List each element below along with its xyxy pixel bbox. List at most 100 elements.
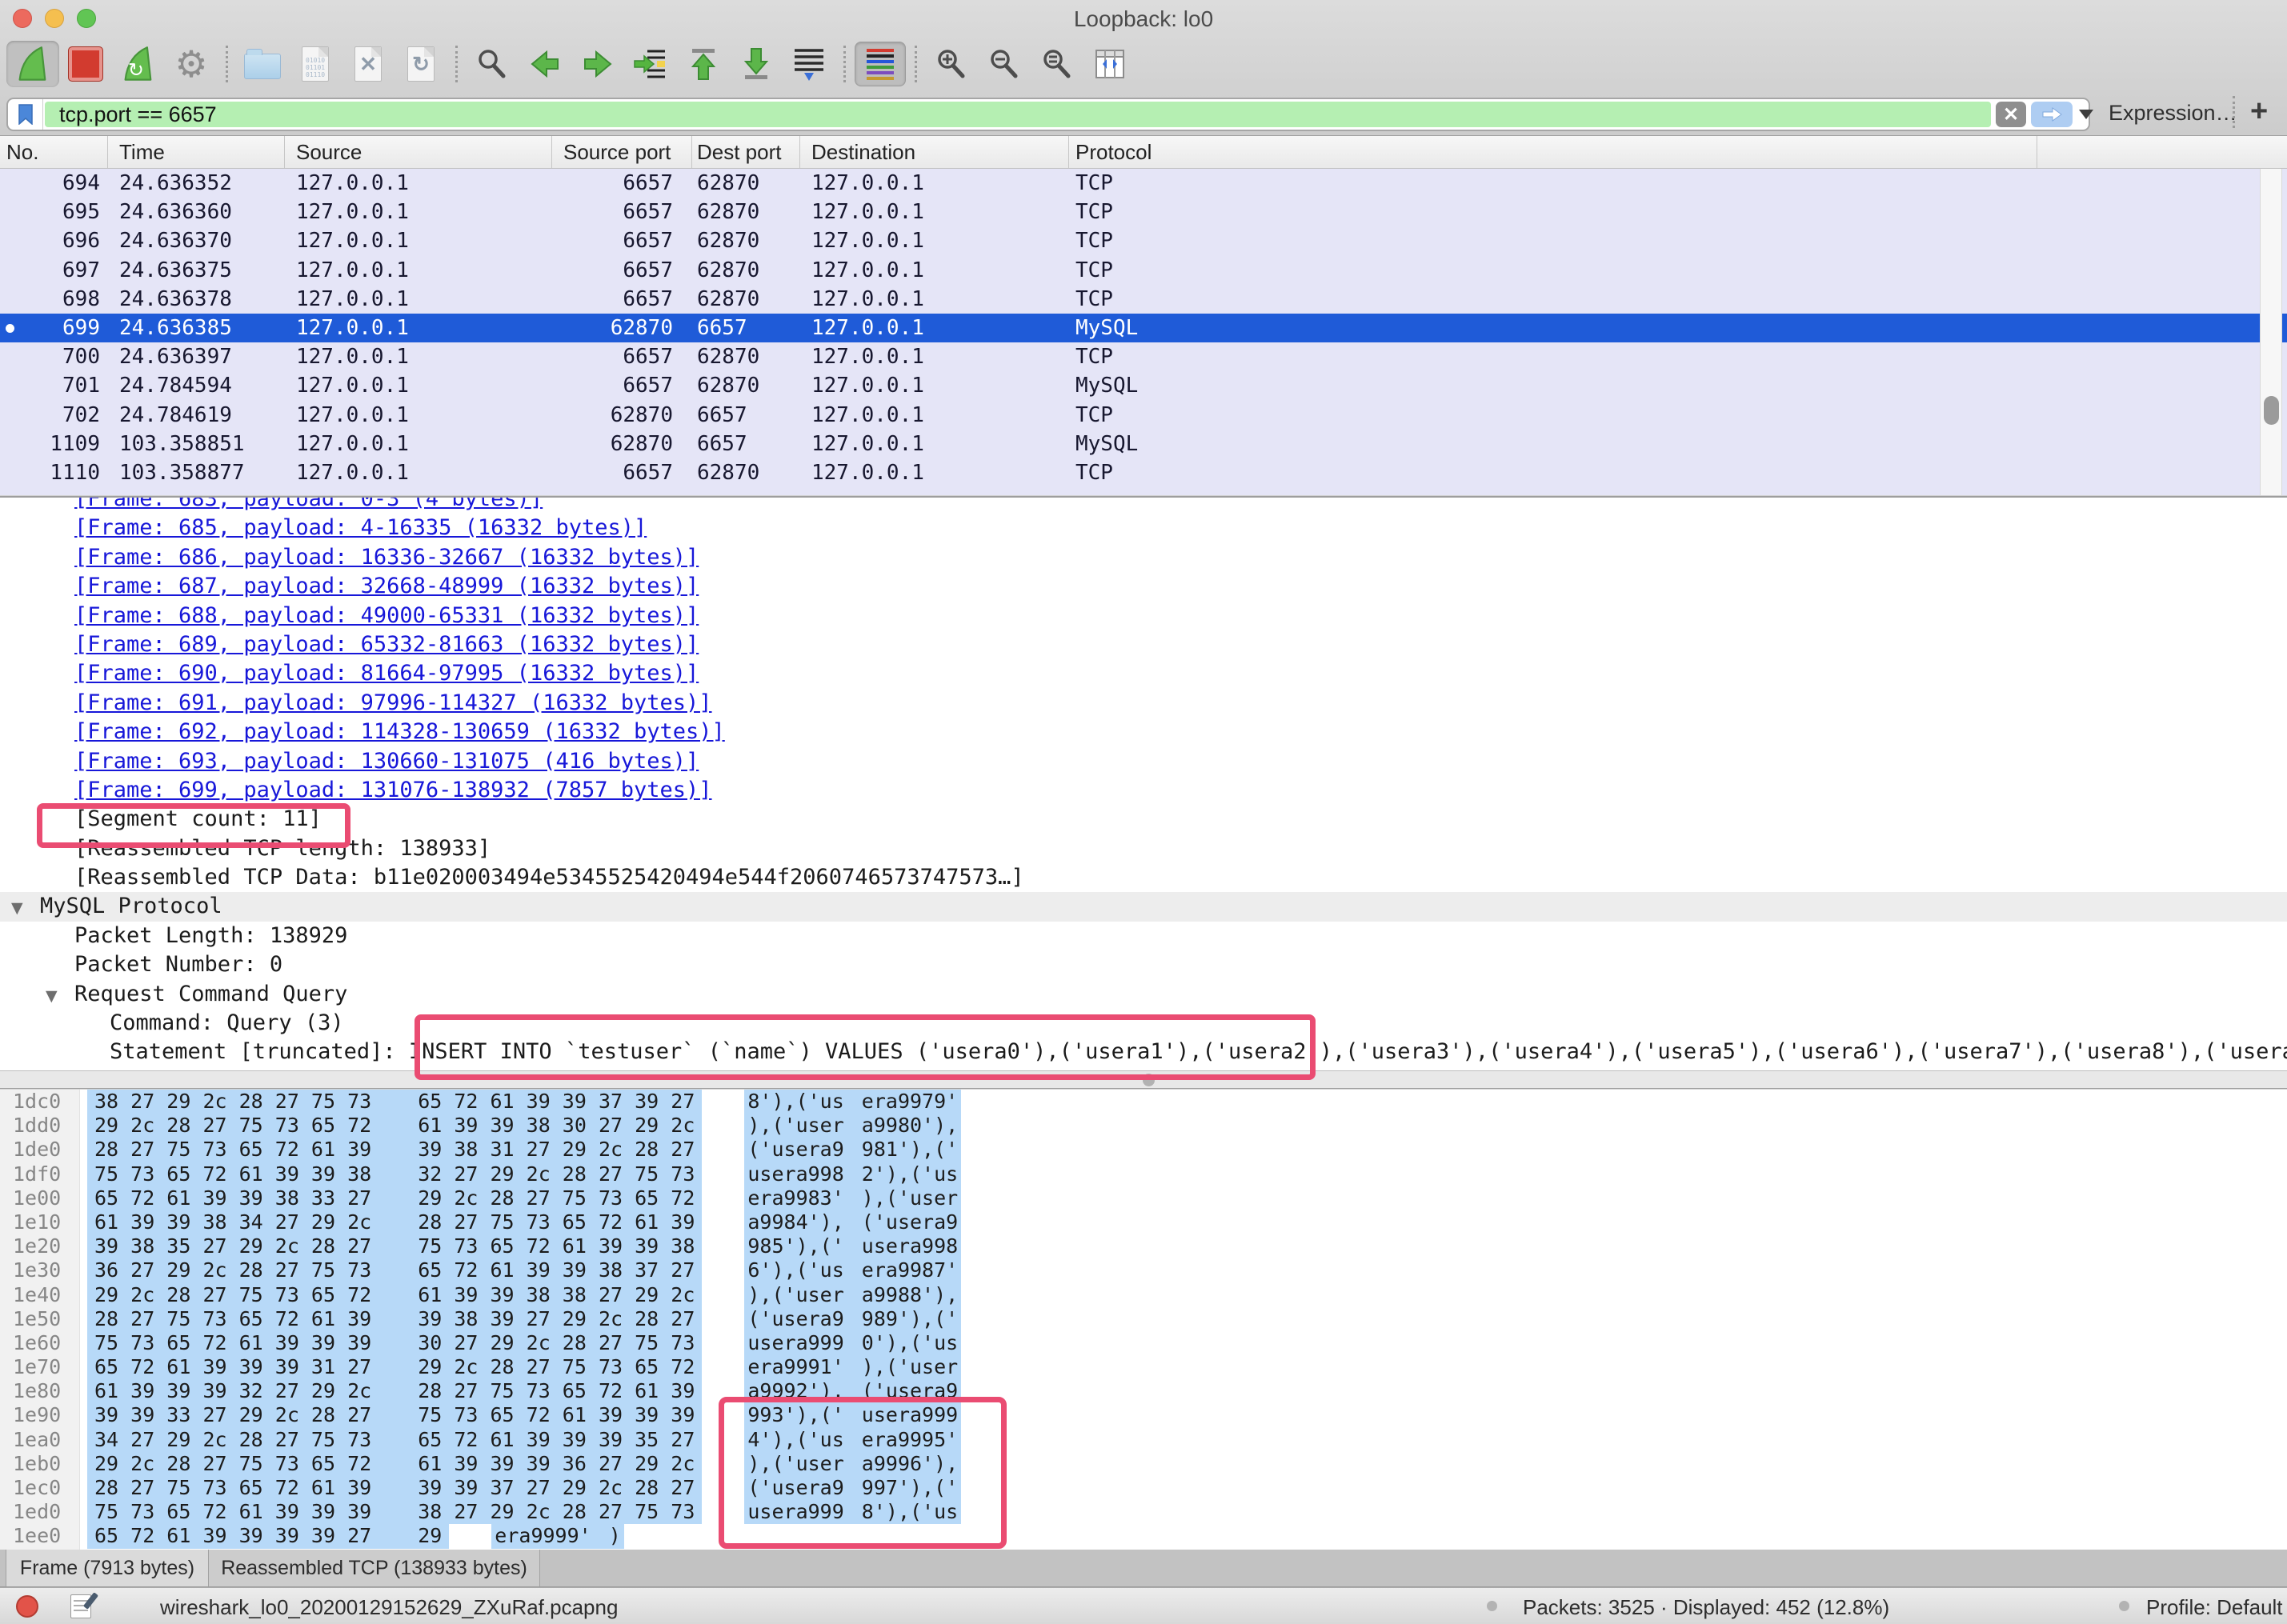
zoom-out-button[interactable] — [978, 41, 1031, 87]
find-packet-button[interactable] — [466, 41, 519, 87]
stop-capture-button[interactable] — [59, 41, 112, 87]
detail-row[interactable]: [Frame: 686, payload: 16336-32667 (16332… — [0, 543, 2287, 572]
hex-row[interactable]: 1e2039 38 35 27 29 2c 28 2775 73 65 72 6… — [0, 1234, 2287, 1258]
hex-row[interactable]: 1e6075 73 65 72 61 39 39 3930 27 29 2c 2… — [0, 1331, 2287, 1355]
packet-row[interactable]: 702 24.784619 127.0.0.1 62870 6657 127.0… — [0, 401, 2287, 430]
hex-ascii[interactable]: ('usera9989'),(' — [744, 1307, 961, 1331]
column-header-source[interactable]: Source — [285, 136, 552, 168]
resize-columns-button[interactable] — [1083, 41, 1136, 87]
detail-row[interactable]: [Frame: 688, payload: 49000-65331 (16332… — [0, 602, 2287, 630]
hex-bytes[interactable]: 29 2c 28 27 75 73 65 7261 39 39 39 36 27… — [87, 1452, 702, 1476]
detail-row[interactable]: [Frame: 691, payload: 97996-114327 (1633… — [0, 689, 2287, 718]
hex-row[interactable]: 1e7065 72 61 39 39 39 31 2729 2c 28 27 7… — [0, 1355, 2287, 1379]
packet-row[interactable]: 694 24.636352 127.0.0.1 6657 62870 127.0… — [0, 169, 2287, 198]
detail-row[interactable]: Statement [truncated]: INSERT INTO `test… — [0, 1038, 2287, 1066]
hex-ascii[interactable]: 6'),('usera9987' — [744, 1258, 961, 1282]
detail-row[interactable]: [Segment count: 11] — [0, 805, 2287, 834]
go-forward-button[interactable] — [571, 41, 624, 87]
hex-bytes[interactable]: 36 27 29 2c 28 27 75 7365 72 61 39 39 38… — [87, 1258, 702, 1282]
packet-row[interactable]: 697 24.636375 127.0.0.1 6657 62870 127.0… — [0, 256, 2287, 285]
hex-bytes[interactable]: 65 72 61 39 39 38 33 2729 2c 28 27 75 73… — [87, 1186, 702, 1210]
start-capture-button[interactable] — [6, 41, 59, 87]
expand-caret-icon[interactable]: ▼ — [11, 894, 40, 922]
go-to-top-button[interactable] — [677, 41, 730, 87]
tab-reassembled-tcp[interactable]: Reassembled TCP (138933 bytes) — [209, 1550, 540, 1586]
column-header-no[interactable]: No. — [0, 136, 108, 168]
detail-row[interactable]: Packet Length: 138929 — [0, 922, 2287, 950]
capture-options-button[interactable]: ⚙ — [165, 41, 218, 87]
packet-row[interactable]: 1109 103.358851 127.0.0.1 62870 6657 127… — [0, 430, 2287, 458]
hex-row[interactable]: 1ed075 73 65 72 61 39 39 3938 27 29 2c 2… — [0, 1500, 2287, 1524]
packet-list-scrollbar[interactable] — [2260, 169, 2282, 495]
go-to-bottom-button[interactable] — [730, 41, 783, 87]
filter-value[interactable]: tcp.port == 6657 — [45, 102, 1991, 127]
hex-bytes[interactable]: 34 27 29 2c 28 27 75 7365 72 61 39 39 39… — [87, 1428, 702, 1452]
hex-ascii[interactable]: usera9982'),('us — [744, 1162, 961, 1186]
hex-ascii[interactable]: ),('usera9980'), — [744, 1114, 961, 1138]
column-header-destination[interactable]: Destination — [800, 136, 1069, 168]
packet-row[interactable]: 698 24.636378 127.0.0.1 6657 62870 127.0… — [0, 285, 2287, 314]
hex-ascii[interactable]: ),('usera9988'), — [744, 1283, 961, 1307]
hex-bytes[interactable]: 38 27 29 2c 28 27 75 7365 72 61 39 39 37… — [87, 1090, 702, 1114]
hex-row[interactable]: 1df075 73 65 72 61 39 39 3832 27 29 2c 2… — [0, 1162, 2287, 1186]
expert-info-icon[interactable] — [16, 1595, 38, 1618]
colorize-packets-button[interactable] — [854, 41, 907, 87]
auto-scroll-button[interactable] — [783, 41, 835, 87]
column-header-dest-port[interactable]: Dest port — [692, 136, 800, 168]
detail-row[interactable]: [Frame: 699, payload: 131076-138932 (785… — [0, 776, 2287, 805]
detail-row[interactable]: ▼MySQL Protocol — [0, 892, 2287, 921]
hex-ascii[interactable]: usera9990'),('us — [744, 1331, 961, 1355]
packet-row[interactable]: 696 24.636370 127.0.0.1 6657 62870 127.0… — [0, 226, 2287, 255]
packet-row[interactable]: 699 24.636385 127.0.0.1 62870 6657 127.0… — [0, 314, 2287, 342]
save-file-button[interactable]: 010100110101110 — [289, 41, 342, 87]
display-filter-input[interactable]: tcp.port == 6657 ✕ — [6, 98, 2090, 131]
hex-row[interactable]: 1ee065 72 61 39 39 39 39 2729era9999') — [0, 1524, 2287, 1548]
hex-row[interactable]: 1dc038 27 29 2c 28 27 75 7365 72 61 39 3… — [0, 1090, 2287, 1114]
open-file-button[interactable] — [236, 41, 289, 87]
packet-row[interactable]: 701 24.784594 127.0.0.1 6657 62870 127.0… — [0, 371, 2287, 400]
hex-ascii[interactable]: 985'),('usera998 — [744, 1234, 961, 1258]
hex-row[interactable]: 1ea034 27 29 2c 28 27 75 7365 72 61 39 3… — [0, 1428, 2287, 1452]
hex-bytes[interactable]: 61 39 39 38 34 27 29 2c28 27 75 73 65 72… — [87, 1210, 702, 1234]
hex-bytes[interactable]: 75 73 65 72 61 39 39 3930 27 29 2c 28 27… — [87, 1331, 702, 1355]
tab-frame[interactable]: Frame (7913 bytes) — [6, 1550, 209, 1586]
hex-ascii[interactable]: 4'),('usera9995' — [744, 1428, 961, 1452]
hex-bytes[interactable]: 65 72 61 39 39 39 31 2729 2c 28 27 75 73… — [87, 1355, 702, 1379]
hex-ascii[interactable]: era9999') — [491, 1524, 623, 1548]
filter-history-dropdown[interactable] — [2079, 110, 2093, 119]
hex-bytes[interactable]: 75 73 65 72 61 39 39 3832 27 29 2c 28 27… — [87, 1162, 702, 1186]
hex-bytes[interactable]: 75 73 65 72 61 39 39 3938 27 29 2c 28 27… — [87, 1500, 702, 1524]
detail-row[interactable]: Packet Number: 0 — [0, 950, 2287, 979]
filter-clear-button[interactable]: ✕ — [1996, 102, 2026, 127]
splitter-thumb-icon[interactable] — [1143, 1074, 1155, 1086]
go-back-button[interactable] — [519, 41, 571, 87]
hex-row[interactable]: 1e0065 72 61 39 39 38 33 2729 2c 28 27 7… — [0, 1186, 2287, 1210]
detail-row[interactable]: [Frame: 687, payload: 32668-48999 (16332… — [0, 572, 2287, 601]
packet-row[interactable]: 1110 103.358877 127.0.0.1 6657 62870 127… — [0, 458, 2287, 487]
scrollbar-thumb[interactable] — [2264, 396, 2279, 425]
hex-ascii[interactable]: 8'),('usera9979' — [744, 1090, 961, 1114]
hex-bytes[interactable]: 28 27 75 73 65 72 61 3939 38 39 27 29 2c… — [87, 1307, 702, 1331]
hex-bytes[interactable]: 29 2c 28 27 75 73 65 7261 39 39 38 38 27… — [87, 1283, 702, 1307]
close-file-button[interactable]: ✕ — [342, 41, 395, 87]
hex-bytes[interactable]: 39 38 35 27 29 2c 28 2775 73 65 72 61 39… — [87, 1234, 702, 1258]
hex-ascii[interactable]: usera9998'),('us — [744, 1500, 961, 1524]
hex-bytes[interactable]: 61 39 39 39 32 27 29 2c28 27 75 73 65 72… — [87, 1379, 702, 1403]
restart-capture-button[interactable]: ↻ — [112, 41, 165, 87]
detail-row[interactable]: ▼Request Command Query — [0, 980, 2287, 1009]
hex-bytes[interactable]: 29 2c 28 27 75 73 65 7261 39 39 38 30 27… — [87, 1114, 702, 1138]
hex-row[interactable]: 1e9039 39 33 27 29 2c 28 2775 73 65 72 6… — [0, 1403, 2287, 1427]
hex-row[interactable]: 1de028 27 75 73 65 72 61 3939 38 31 27 2… — [0, 1138, 2287, 1162]
hex-row[interactable]: 1ec028 27 75 73 65 72 61 3939 39 37 27 2… — [0, 1476, 2287, 1500]
column-header-source-port[interactable]: Source port — [552, 136, 692, 168]
hex-row[interactable]: 1e5028 27 75 73 65 72 61 3939 38 39 27 2… — [0, 1307, 2287, 1331]
hex-bytes[interactable]: 65 72 61 39 39 39 39 2729 — [87, 1524, 449, 1548]
detail-row[interactable]: [Frame: 689, payload: 65332-81663 (16332… — [0, 630, 2287, 659]
expand-caret-icon[interactable]: ▼ — [46, 982, 74, 1010]
hex-ascii[interactable]: ('usera9997'),(' — [744, 1476, 961, 1500]
hex-ascii[interactable]: era9991'),('user — [744, 1355, 961, 1379]
detail-row[interactable]: [Reassembled TCP length: 138933] — [0, 834, 2287, 863]
detail-row[interactable]: [Frame: 693, payload: 130660-131075 (416… — [0, 747, 2287, 776]
filter-bookmark-button[interactable] — [8, 99, 43, 130]
hex-bytes[interactable]: 39 39 33 27 29 2c 28 2775 73 65 72 61 39… — [87, 1403, 702, 1427]
